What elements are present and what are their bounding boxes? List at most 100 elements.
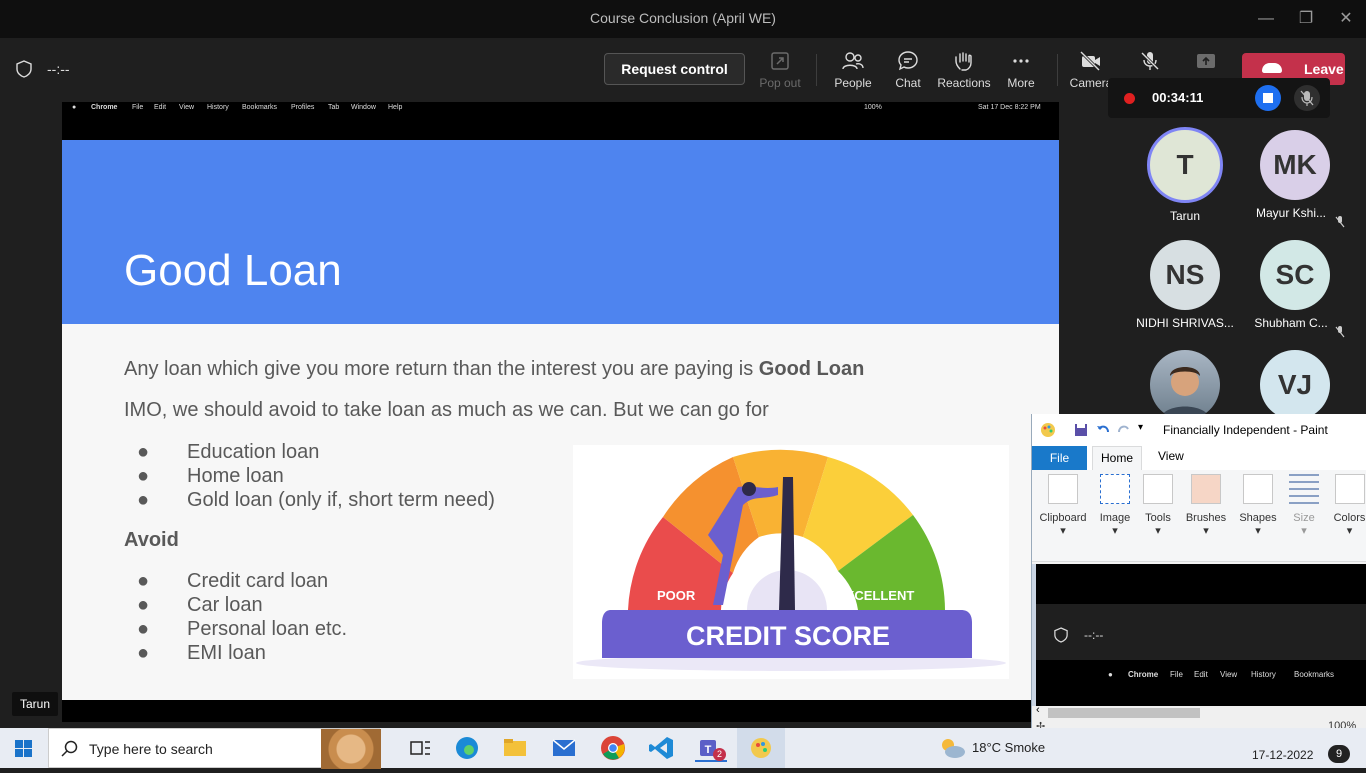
participant-tile[interactable]: SC Shubham C...	[1240, 240, 1350, 338]
paint-view-tab[interactable]: View	[1158, 449, 1184, 463]
window-title: Course Conclusion (April WE)	[590, 10, 776, 26]
mic-off-icon	[1335, 326, 1345, 338]
avatar: T	[1147, 127, 1223, 203]
mac-menu-item: Window	[351, 104, 376, 111]
paint-ribbon: Clipboard ▾ Image ▾ Tools ▾ Brushes ▾ Shapes…	[1032, 470, 1366, 562]
participant-name: Tarun	[1169, 209, 1201, 223]
file-explorer-icon[interactable]	[499, 734, 531, 762]
paint-taskbar-icon[interactable]	[737, 728, 785, 768]
maximize-button[interactable]: ❐	[1295, 8, 1317, 30]
brushes-group[interactable]: Brushes ▾	[1182, 474, 1230, 556]
colors-icon	[1334, 474, 1365, 504]
edge-icon[interactable]	[451, 734, 483, 762]
paint-tabs: File Home View	[1032, 446, 1366, 470]
colors-group[interactable]: Colors ▾	[1332, 474, 1366, 556]
participant-tile[interactable]: MK Mayur Kshi...	[1240, 130, 1350, 228]
slide-title: Good Loan	[124, 246, 342, 295]
mac-menu-item: File	[132, 104, 144, 111]
image-group[interactable]: Image ▾	[1096, 474, 1134, 556]
brush-icon	[1191, 474, 1221, 504]
vscode-icon[interactable]	[646, 734, 678, 762]
people-icon	[842, 52, 864, 70]
shapes-group[interactable]: Shapes ▾	[1238, 474, 1278, 556]
tools-icon	[1143, 474, 1173, 504]
redo-icon[interactable]	[1117, 423, 1131, 437]
mac-datetime: Sat 17 Dec 8:22 PM	[978, 104, 1041, 111]
recording-time: 00:34:11	[1152, 90, 1204, 105]
close-button[interactable]: ✕	[1335, 8, 1357, 30]
minimize-button[interactable]: —	[1255, 8, 1277, 30]
mac-app-name: Chrome	[91, 104, 118, 111]
horizontal-scrollbar[interactable]: ‹	[1032, 704, 1366, 720]
mail-icon[interactable]	[548, 734, 580, 762]
mac-menubar: ● Chrome File Edit View History Bookmark…	[62, 102, 1059, 116]
weather-text[interactable]: 18°C Smoke	[972, 740, 1045, 755]
taskbar-search[interactable]: Type here to search	[48, 728, 381, 769]
gauge-poor-label: POOR	[657, 588, 696, 603]
more-icon	[1013, 59, 1029, 63]
search-highlight-image	[321, 729, 381, 769]
chat-icon	[898, 51, 918, 71]
canvas-timer: --:--	[1084, 628, 1104, 642]
notification-count[interactable]: 9	[1328, 745, 1350, 763]
undo-icon[interactable]	[1096, 423, 1110, 437]
mac-menu-item: Help	[388, 104, 403, 111]
meeting-timer: --:--	[47, 61, 70, 77]
tools-group[interactable]: Tools ▾	[1140, 474, 1176, 556]
paint-window: ▾ Financially Independent - Paint File H…	[1031, 414, 1366, 734]
avoid-loan-item: ● Credit card loan	[137, 570, 329, 592]
share-icon	[1197, 54, 1215, 68]
participant-tile[interactable]: T Tarun	[1130, 127, 1240, 223]
paint-file-tab[interactable]: File	[1032, 446, 1087, 470]
mac-menu-item: History	[207, 104, 229, 111]
avoid-loan-item: ● Personal loan etc.	[137, 618, 348, 640]
taskbar-date[interactable]: 17-12-2022	[1252, 748, 1313, 762]
chat-label: Chat	[895, 76, 921, 90]
mac-battery: 100%	[864, 104, 882, 111]
avoid-loan-item: ● Car loan	[137, 594, 263, 616]
shared-screen: ● Chrome File Edit View History Bookmark…	[62, 102, 1059, 722]
participant-tile[interactable]: VJ	[1240, 350, 1350, 420]
avatar: NS	[1150, 240, 1220, 310]
people-button[interactable]: People	[825, 46, 881, 96]
stop-recording-button[interactable]	[1255, 85, 1281, 111]
mac-menu-item: Tab	[328, 104, 340, 111]
gauge-excellent-label: EXCELLENT	[837, 588, 914, 603]
participant-tile[interactable]	[1130, 350, 1240, 420]
search-placeholder: Type here to search	[89, 741, 213, 757]
mac-menu-item: Edit	[154, 104, 167, 111]
more-label: More	[1007, 76, 1035, 90]
paint-home-tab[interactable]: Home	[1092, 446, 1142, 470]
more-button[interactable]: More	[993, 46, 1049, 96]
avatar: VJ	[1260, 350, 1330, 420]
reactions-button[interactable]: Reactions	[936, 46, 992, 96]
slide-header: Good Loan	[62, 140, 1059, 324]
request-control-button[interactable]: Request control	[604, 53, 745, 85]
teams-badge: 2	[713, 748, 726, 761]
popout-button[interactable]: Pop out	[752, 46, 808, 96]
shield-icon	[16, 60, 32, 78]
weather-icon	[942, 739, 965, 758]
chevron-down-icon[interactable]: ▾	[1138, 422, 1143, 433]
save-icon[interactable]	[1074, 423, 1088, 437]
canvas-screenshot: --:-- ● Chrome File Edit View History Bo…	[1036, 564, 1366, 706]
paint-titlebar: ▾ Financially Independent - Paint	[1032, 414, 1366, 446]
avatar: SC	[1260, 240, 1330, 310]
teams-icon[interactable]: T 2	[695, 734, 727, 762]
slide-definition: Any loan which give you more return than…	[124, 358, 865, 380]
participant-tile[interactable]: NS NIDHI SHRIVAS...	[1130, 240, 1240, 330]
task-view-icon[interactable]	[404, 734, 436, 762]
slide-advice: IMO, we should avoid to take loan as muc…	[124, 399, 769, 421]
participant-name: Mayur Kshi...	[1255, 206, 1327, 220]
mic-off-icon	[1300, 90, 1314, 106]
shapes-icon	[1243, 474, 1273, 504]
recording-mic-button[interactable]	[1294, 85, 1320, 111]
clipboard-group[interactable]: Clipboard ▾	[1036, 474, 1090, 556]
window-titlebar: Course Conclusion (April WE) — ❐ ✕	[0, 0, 1366, 38]
size-group[interactable]: Size ▾	[1286, 474, 1322, 556]
chrome-icon[interactable]	[597, 734, 629, 762]
windows-start-icon[interactable]	[15, 740, 32, 757]
chat-button[interactable]: Chat	[880, 46, 936, 96]
paint-canvas[interactable]: --:-- ● Chrome File Edit View History Bo…	[1032, 564, 1366, 708]
participant-name: NIDHI SHRIVAS...	[1136, 316, 1234, 330]
